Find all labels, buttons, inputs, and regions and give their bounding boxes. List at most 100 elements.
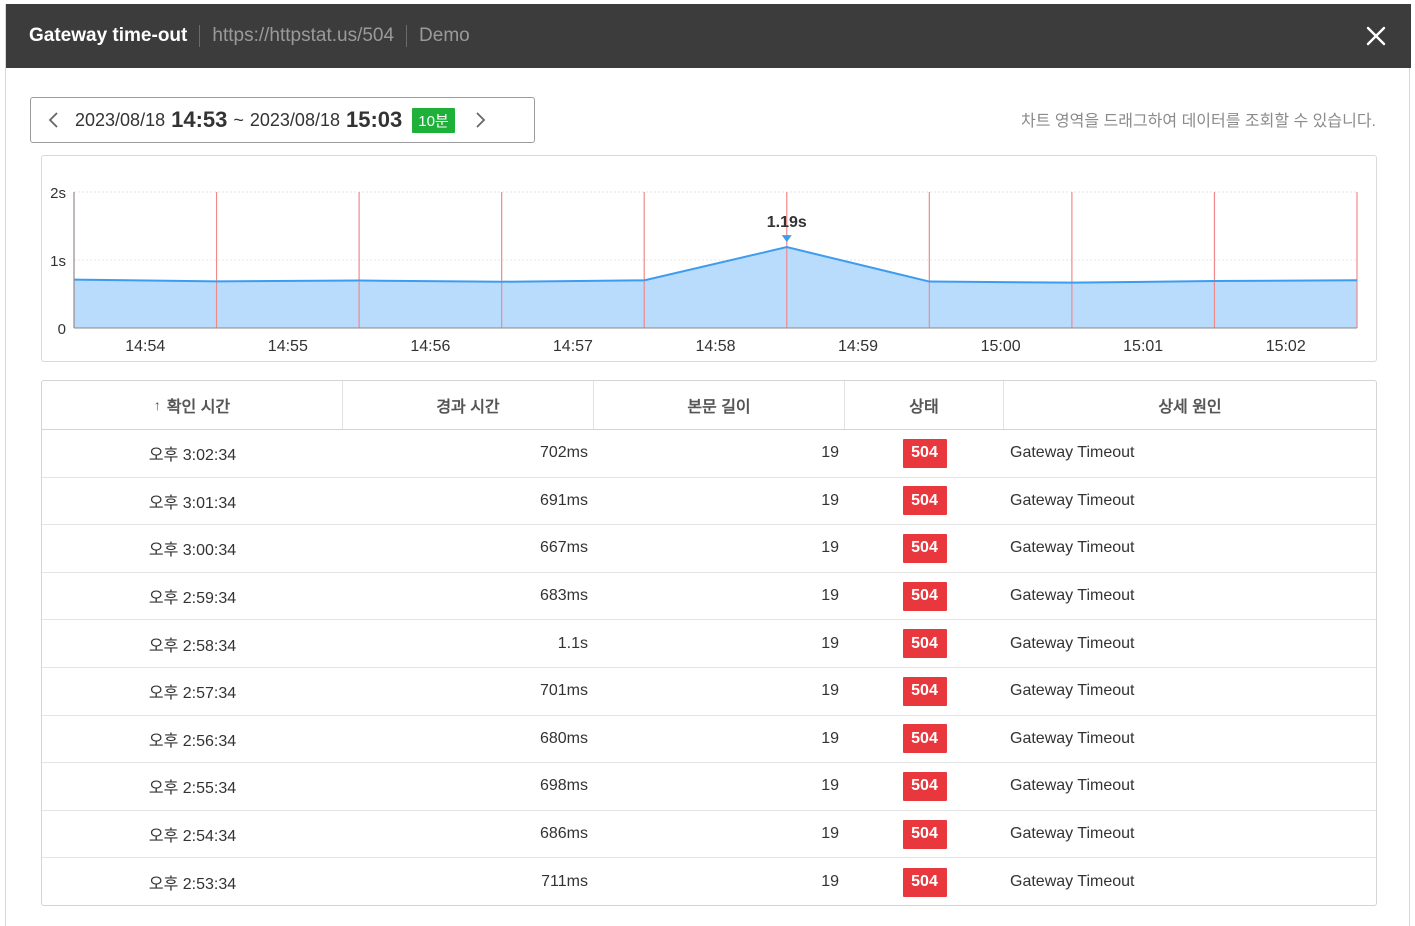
cell-status: 504 xyxy=(845,486,1004,516)
cell-elapsed: 667ms xyxy=(539,539,588,557)
cell-elapsed: 701ms xyxy=(539,682,588,700)
duration-badge: 10분 xyxy=(412,107,455,133)
drag-hint: 차트 영역을 드래그하여 데이터를 조회할 수 있습니다. xyxy=(1021,113,1376,130)
x-tick-label: 14:55 xyxy=(268,338,308,355)
table-row[interactable]: 오후 2:57:34 701ms 19 504 Gateway Timeout xyxy=(42,668,1376,716)
table-row[interactable]: 오후 2:55:34 698ms 19 504 Gateway Timeout xyxy=(42,763,1376,811)
table-row[interactable]: 오후 2:56:34 680ms 19 504 Gateway Timeout xyxy=(42,716,1376,764)
cell-elapsed: 683ms xyxy=(539,587,588,605)
status-badge: 504 xyxy=(902,724,947,754)
close-icon[interactable] xyxy=(1363,23,1389,49)
cell-check-time: 오후 3:00:34 xyxy=(148,542,237,560)
modal-dialog: Gateway time-out https://httpstat.us/504… xyxy=(5,4,1411,926)
monitor-url: https://httpstat.us/504 xyxy=(212,25,395,46)
x-tick-label: 15:02 xyxy=(1266,338,1306,355)
chart-svg[interactable]: 0 1s 2s 14:54 14:55 14:56 14:57 14:58 14:59 15:00… xyxy=(42,156,1378,363)
column-header-length[interactable]: 본문 길이 xyxy=(594,381,845,429)
peak-marker-icon xyxy=(781,235,792,243)
cell-elapsed: 680ms xyxy=(539,729,588,747)
cell-status: 504 xyxy=(845,581,1004,611)
table-row[interactable]: 오후 2:59:34 683ms 19 504 Gateway Timeout xyxy=(42,573,1376,621)
cell-reason: Gateway Timeout xyxy=(1010,539,1135,557)
modal-header: Gateway time-out https://httpstat.us/504… xyxy=(6,4,1411,68)
status-badge: 504 xyxy=(902,771,947,801)
table-row[interactable]: 오후 3:00:34 667ms 19 504 Gateway Timeout xyxy=(42,525,1376,573)
cell-length: 19 xyxy=(821,539,839,557)
project-name: Demo xyxy=(419,25,470,46)
y-tick-label: 1s xyxy=(50,253,66,270)
cell-check-time: 오후 3:02:34 xyxy=(148,447,237,465)
cell-check-time: 오후 3:01:34 xyxy=(148,494,237,512)
x-tick-label: 14:58 xyxy=(695,338,735,355)
cell-length: 19 xyxy=(821,729,839,747)
cell-reason: Gateway Timeout xyxy=(1010,587,1135,605)
table-row[interactable]: 오후 2:54:34 686ms 19 504 Gateway Timeout xyxy=(42,811,1376,859)
table-row[interactable]: 오후 2:53:34 711ms 19 504 Gateway Timeout xyxy=(42,858,1376,905)
table-row[interactable]: 오후 3:01:34 691ms 19 504 Gateway Timeout xyxy=(42,478,1376,526)
column-header-reason[interactable]: 상세 원인 xyxy=(1004,381,1376,429)
status-badge: 504 xyxy=(902,629,947,659)
range-start-date: 2023/08/18 xyxy=(75,109,166,130)
series-area xyxy=(74,247,1357,328)
response-time-chart[interactable]: 0 1s 2s 14:54 14:55 14:56 14:57 14:58 14:59 15:00… xyxy=(41,155,1377,362)
cell-check-time: 오후 2:53:34 xyxy=(148,876,237,894)
header-divider xyxy=(199,25,201,47)
x-tick-label: 15:00 xyxy=(981,338,1021,355)
cell-reason: Gateway Timeout xyxy=(1010,634,1135,652)
cell-status: 504 xyxy=(845,533,1004,563)
x-tick-label: 14:54 xyxy=(125,338,165,355)
cell-status: 504 xyxy=(845,676,1004,706)
column-header-status[interactable]: 상태 xyxy=(845,381,1004,429)
cell-length: 19 xyxy=(821,587,839,605)
cell-length: 19 xyxy=(821,634,839,652)
x-tick-label: 14:57 xyxy=(553,338,593,355)
range-end-time: 15:03 xyxy=(345,107,403,132)
chevron-right-icon[interactable] xyxy=(473,110,487,130)
arrow-up-icon: ↑ xyxy=(153,397,161,413)
cell-elapsed: 686ms xyxy=(539,825,588,843)
cell-elapsed: 691ms xyxy=(539,491,588,509)
y-tick-label: 0 xyxy=(58,321,66,338)
table-row[interactable]: 오후 2:58:34 1.1s 19 504 Gateway Timeout xyxy=(42,620,1376,668)
table-header: ↑ 확인 시간 경과 시간 본문 길이 상태 상세 원인 xyxy=(42,381,1376,430)
cell-check-time: 오후 2:57:34 xyxy=(148,685,237,703)
status-badge: 504 xyxy=(902,438,947,468)
cell-reason: Gateway Timeout xyxy=(1010,825,1135,843)
header-divider xyxy=(406,25,408,47)
status-badge: 504 xyxy=(902,533,947,563)
column-header-elapsed[interactable]: 경과 시간 xyxy=(343,381,594,429)
cell-length: 19 xyxy=(821,444,839,462)
status-badge: 504 xyxy=(902,486,947,516)
cell-length: 19 xyxy=(821,491,839,509)
status-badge: 504 xyxy=(902,819,947,849)
status-badge: 504 xyxy=(902,867,947,897)
cell-length: 19 xyxy=(821,777,839,795)
cell-elapsed: 1.1s xyxy=(557,634,588,652)
x-tick-label: 14:56 xyxy=(410,338,450,355)
column-header-check-time[interactable]: ↑ 확인 시간 xyxy=(42,381,343,429)
cell-status: 504 xyxy=(845,629,1004,659)
cell-elapsed: 711ms xyxy=(541,873,588,891)
cell-elapsed: 702ms xyxy=(539,444,588,462)
cell-reason: Gateway Timeout xyxy=(1010,729,1135,747)
cell-check-time: 오후 2:55:34 xyxy=(148,780,237,798)
range-separator: ~ xyxy=(233,109,244,130)
x-tick-label: 15:01 xyxy=(1123,338,1163,355)
cell-status: 504 xyxy=(845,724,1004,754)
x-tick-label: 14:59 xyxy=(838,338,878,355)
chevron-left-icon[interactable] xyxy=(47,110,61,130)
cell-status: 504 xyxy=(845,438,1004,468)
cell-reason: Gateway Timeout xyxy=(1010,491,1135,509)
status-badge: 504 xyxy=(902,581,947,611)
y-tick-label: 2s xyxy=(50,185,66,202)
cell-status: 504 xyxy=(845,867,1004,897)
time-range-selector: 2023/08/18 14:53 ~ 2023/08/18 15:03 10분 xyxy=(30,97,535,143)
column-label: 확인 시간 xyxy=(166,399,231,416)
cell-status: 504 xyxy=(845,819,1004,849)
cell-length: 19 xyxy=(821,873,839,891)
table-row[interactable]: 오후 3:02:34 702ms 19 504 Gateway Timeout xyxy=(42,430,1376,478)
cell-elapsed: 698ms xyxy=(539,777,588,795)
cell-status: 504 xyxy=(845,771,1004,801)
cell-length: 19 xyxy=(821,825,839,843)
cell-reason: Gateway Timeout xyxy=(1010,873,1135,891)
